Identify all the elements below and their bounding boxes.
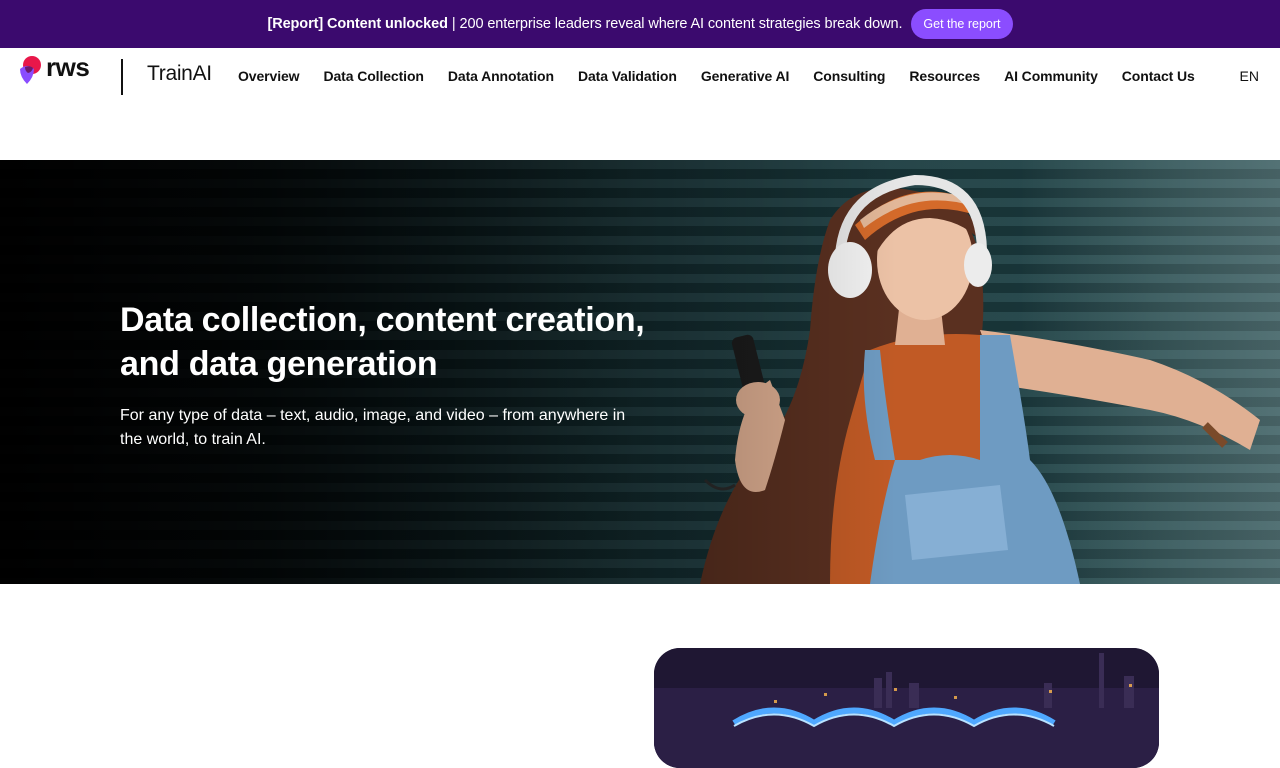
hero-title: Data collection, content creation, and d… <box>120 301 645 383</box>
get-report-button[interactable]: Get the report <box>911 9 1013 39</box>
hero-subtitle: For any type of data – text, audio, imag… <box>120 407 626 448</box>
logo-divider <box>121 59 123 95</box>
nav-overview[interactable]: Overview <box>238 68 300 84</box>
main-nav: Overview Data Collection Data Annotation… <box>238 68 1219 84</box>
site-header: rws TrainAI Overview Data Collection Dat… <box>0 48 1280 106</box>
nav-contact-us[interactable]: Contact Us <box>1122 68 1195 84</box>
nav-data-annotation[interactable]: Data Annotation <box>448 68 554 84</box>
nav-ai-community[interactable]: AI Community <box>1004 68 1098 84</box>
product-name[interactable]: TrainAI <box>147 62 212 86</box>
language-selector[interactable]: EN <box>1240 68 1259 84</box>
rws-logo[interactable]: rws <box>16 51 90 87</box>
promo-separator: | <box>451 16 456 32</box>
nav-generative-ai[interactable]: Generative AI <box>701 68 790 84</box>
promo-text: 200 enterprise leaders reveal where AI c… <box>459 16 903 32</box>
nav-data-collection[interactable]: Data Collection <box>323 68 424 84</box>
promo-bold-text: [Report] Content unlocked <box>267 16 448 32</box>
hero-banner: Data collection, content creation, and d… <box>0 160 1280 584</box>
city-bridge-night-image <box>654 648 1159 768</box>
rws-logo-icon <box>20 56 41 84</box>
nav-consulting[interactable]: Consulting <box>813 68 885 84</box>
promo-banner: [Report] Content unlocked | 200 enterpri… <box>0 0 1280 48</box>
nav-resources[interactable]: Resources <box>909 68 980 84</box>
nav-data-validation[interactable]: Data Validation <box>578 68 677 84</box>
feature-image-card <box>654 648 1159 768</box>
logo-text: rws <box>46 51 90 82</box>
